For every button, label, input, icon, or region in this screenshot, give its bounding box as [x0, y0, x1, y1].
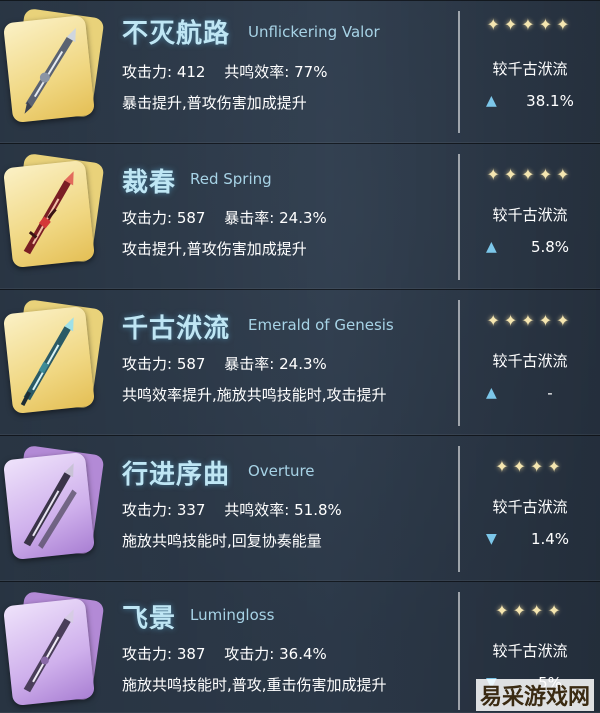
- star-rating: ✦✦✦✦✦: [486, 165, 574, 184]
- weapon-stats: 攻击力: 587 暴击率: 24.3%: [122, 353, 341, 374]
- divider: [458, 154, 460, 280]
- triangle-up-icon: ▲: [486, 93, 497, 109]
- atk-value: 587: [176, 355, 206, 373]
- weapon-effect: 攻击提升,普攻伤害加成提升: [122, 240, 307, 258]
- weapon-comparison-list: 不灭航路 Unflickering Valor 攻击力: 412 共鸣效率: 7…: [0, 0, 600, 713]
- sub-stat: 暴击率: 24.3%: [224, 355, 327, 373]
- triangle-up-icon: ▲: [486, 239, 497, 255]
- atk-label: 攻击力: 337: [122, 501, 206, 519]
- weapon-name-cn: 千古洑流: [122, 314, 231, 344]
- compare-label: 较千古洑流: [492, 206, 568, 224]
- triangle-down-icon: ▼: [486, 531, 497, 547]
- compare-label: 较千古洑流: [492, 60, 568, 78]
- compare-percent: 5.8%: [530, 238, 570, 256]
- sub-stat-value: 77%: [294, 63, 328, 81]
- weapon-row[interactable]: 千古洑流 Emerald of Genesis 攻击力: 587 暴击率: 24…: [0, 289, 600, 435]
- weapon-effect: 施放共鸣技能时,普攻,重击伤害加成提升: [122, 676, 387, 694]
- sub-stat: 暴击率: 24.3%: [224, 209, 327, 227]
- sub-stat-value: 51.8%: [294, 501, 342, 519]
- weapon-icon: [2, 159, 96, 269]
- weapon-stats: 攻击力: 587 暴击率: 24.3%: [122, 207, 341, 228]
- sword-icon: [20, 317, 74, 406]
- weapon-row[interactable]: 不灭航路 Unflickering Valor 攻击力: 412 共鸣效率: 7…: [0, 0, 600, 143]
- star-rating: ✦✦✦✦: [495, 457, 565, 476]
- weapon-effect: 施放共鸣技能时,回复协奏能量: [122, 532, 322, 550]
- weapon-icon: [2, 597, 96, 707]
- weapon-name-en: Unflickering Valor: [248, 23, 380, 41]
- watermark-logo: 易采游戏网: [475, 679, 594, 711]
- weapon-name-en: Red Spring: [190, 170, 272, 188]
- weapon-name-en: Overture: [248, 462, 315, 480]
- sub-stat-value: 24.3%: [279, 209, 327, 227]
- atk-label: 攻击力: 587: [122, 209, 206, 227]
- compare-percent: -: [547, 384, 553, 402]
- compare-label: 较千古洑流: [492, 642, 568, 660]
- weapon-row[interactable]: 行进序曲 Overture 攻击力: 337 共鸣效率: 51.8% 施放共鸣技…: [0, 435, 600, 581]
- weapon-icon: [2, 14, 96, 124]
- atk-value: 412: [176, 63, 206, 81]
- star-rating: ✦✦✦✦✦: [486, 311, 574, 330]
- weapon-card: [2, 7, 105, 124]
- weapon-name-cn: 飞景: [122, 604, 177, 634]
- sub-stat: 攻击力: 36.4%: [224, 645, 327, 663]
- weapon-card: [2, 298, 105, 415]
- weapon-stats: 攻击力: 337 共鸣效率: 51.8%: [122, 499, 356, 520]
- sword-icon: [23, 463, 77, 549]
- weapon-name-cn: 行进序曲: [122, 460, 231, 490]
- weapon-card: [2, 590, 105, 707]
- atk-label: 攻击力: 387: [122, 645, 206, 663]
- weapon-effect: 共鸣效率提升,施放共鸣技能时,攻击提升: [122, 386, 387, 404]
- atk-value: 337: [176, 501, 206, 519]
- compare-label: 较千古洑流: [492, 498, 568, 516]
- weapon-effect: 暴击提升,普攻伤害加成提升: [122, 94, 307, 112]
- weapon-card: [2, 152, 105, 269]
- divider: [458, 11, 460, 133]
- sub-stat-value: 24.3%: [279, 355, 327, 373]
- weapon-stats: 攻击力: 387 攻击力: 36.4%: [122, 643, 341, 664]
- sub-stat: 共鸣效率: 77%: [224, 63, 328, 81]
- sword-icon: [23, 171, 74, 255]
- atk-value: 587: [176, 209, 206, 227]
- sub-stat: 共鸣效率: 51.8%: [224, 501, 342, 519]
- weapon-name-cn: 裁春: [122, 168, 177, 198]
- triangle-up-icon: ▲: [486, 385, 497, 401]
- compare-percent: 38.1%: [526, 92, 574, 110]
- divider: [458, 300, 460, 426]
- weapon-row[interactable]: 裁春 Red Spring 攻击力: 587 暴击率: 24.3% 攻击提升,普…: [0, 143, 600, 289]
- divider: [458, 592, 460, 710]
- weapon-name-en: Lumingloss: [190, 606, 275, 624]
- sub-stat-value: 36.4%: [279, 645, 327, 663]
- star-rating: ✦✦✦✦✦: [486, 15, 574, 34]
- weapon-card: [2, 444, 105, 561]
- sword-icon: [24, 27, 76, 114]
- star-rating: ✦✦✦✦: [495, 601, 565, 620]
- weapon-icon: [2, 451, 96, 561]
- divider: [458, 446, 460, 572]
- weapon-icon: [2, 305, 96, 415]
- compare-label: 较千古洑流: [492, 352, 568, 370]
- atk-label: 攻击力: 587: [122, 355, 206, 373]
- compare-percent: 1.4%: [530, 530, 570, 548]
- atk-label: 攻击力: 412: [122, 63, 206, 81]
- atk-value: 387: [176, 645, 206, 663]
- weapon-name-en: Emerald of Genesis: [248, 316, 394, 334]
- weapon-stats: 攻击力: 412 共鸣效率: 77%: [122, 61, 341, 82]
- sword-icon: [23, 609, 74, 693]
- weapon-name-cn: 不灭航路: [122, 19, 231, 49]
